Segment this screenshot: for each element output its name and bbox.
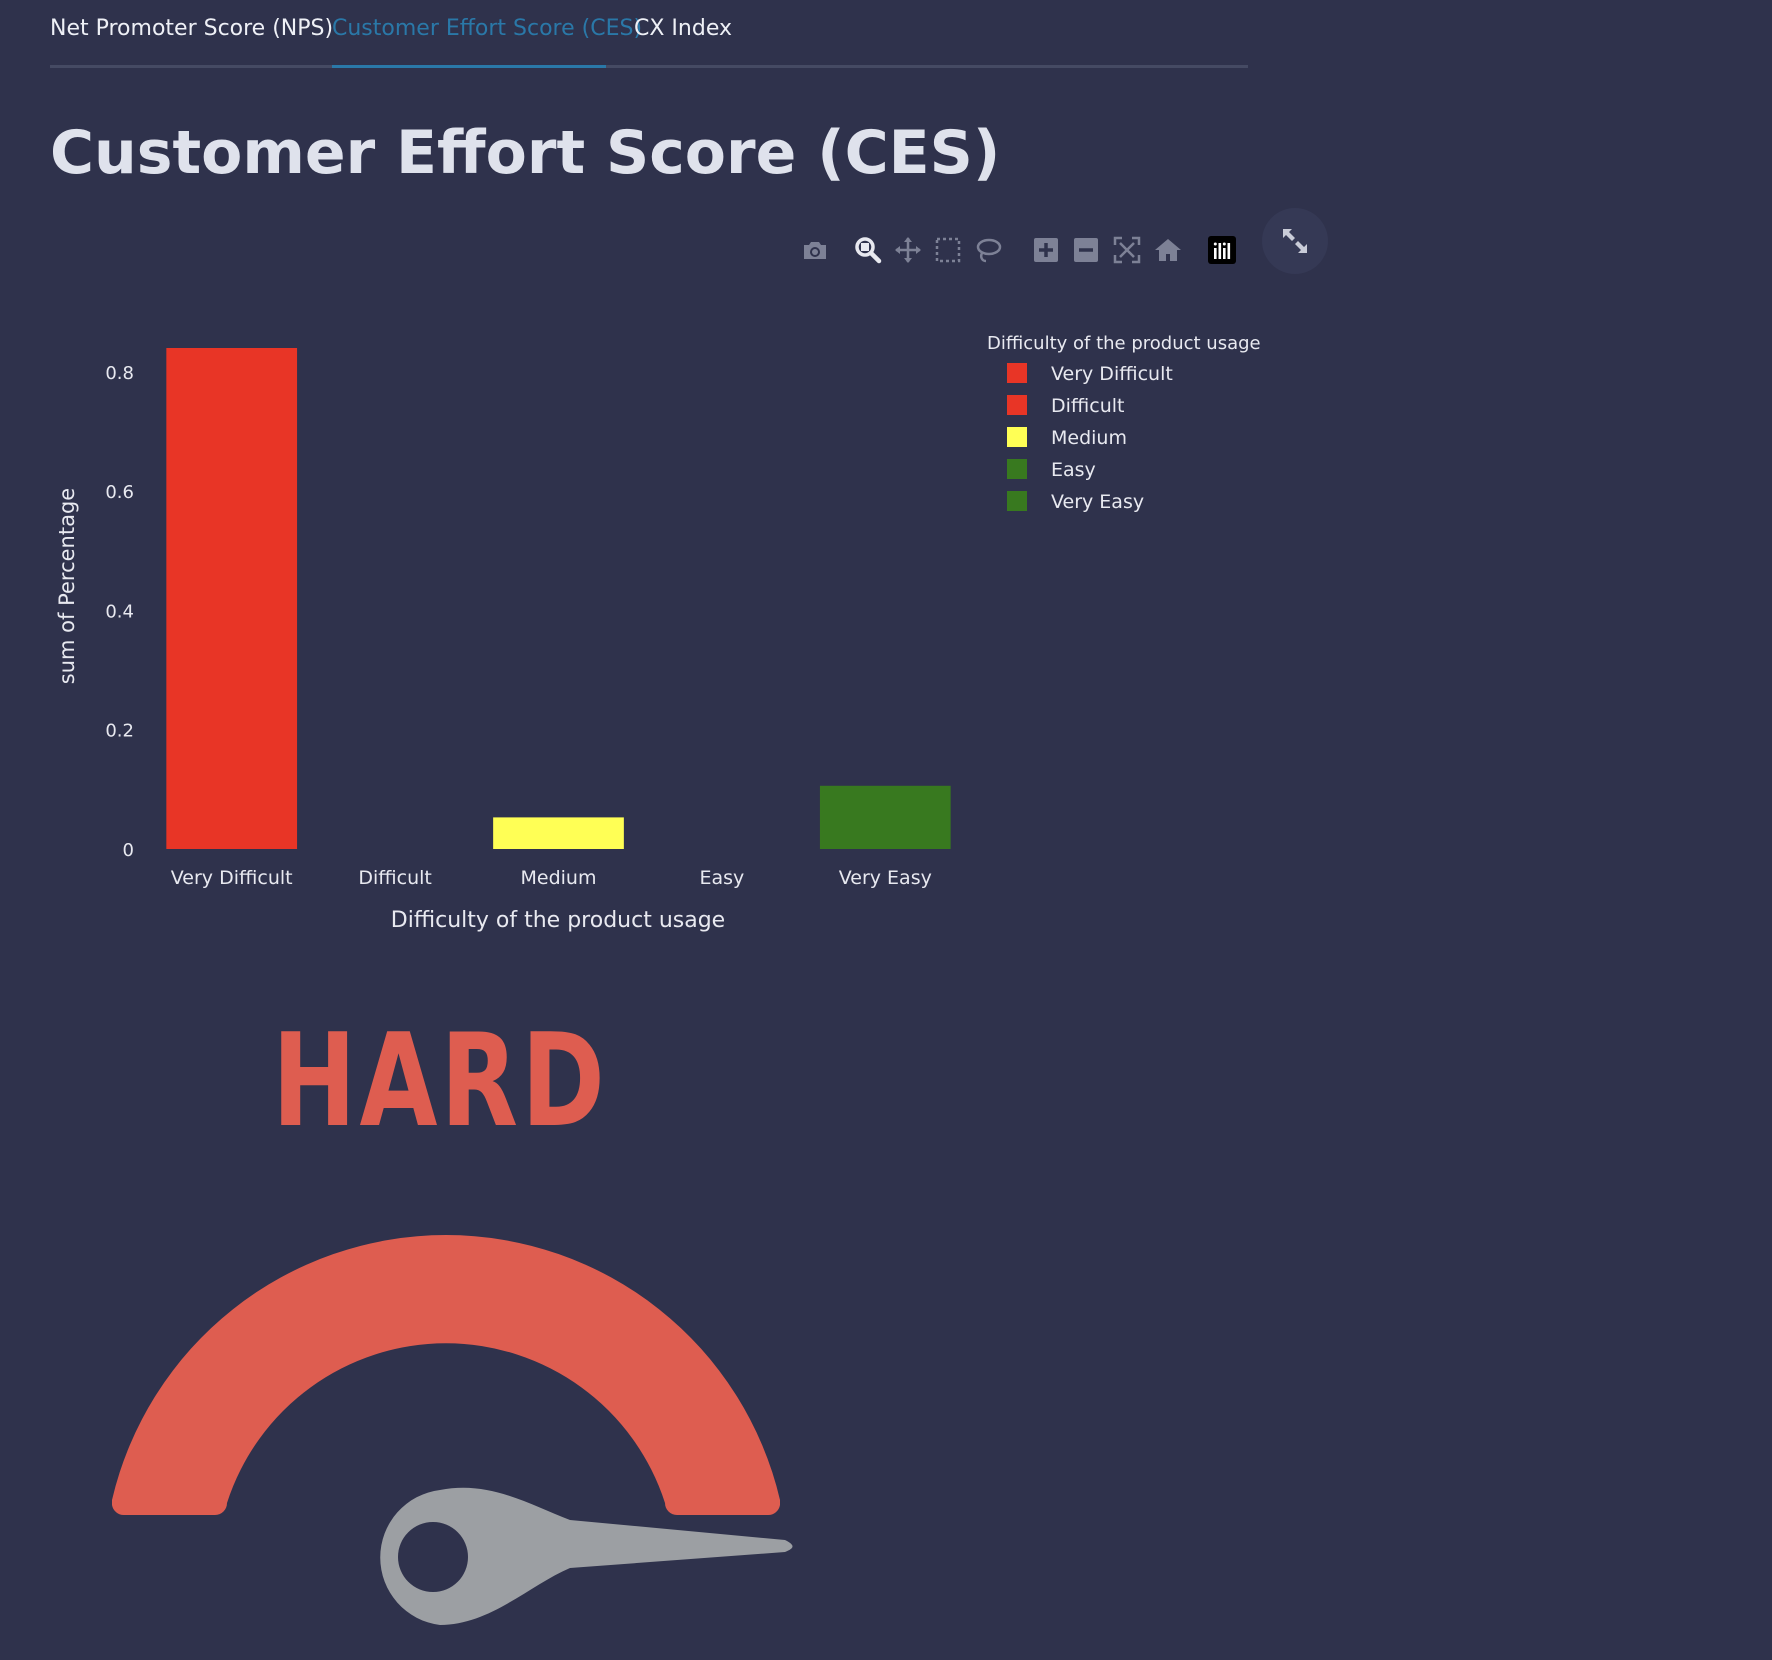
- bar-chart: 0 0.2 0.4 0.6 0.8 Very Difficult Difficult Med…: [55, 333, 1261, 933]
- bar-very-easy[interactable]: [819, 785, 951, 849]
- legend-label: Medium: [1051, 427, 1127, 449]
- y-tick-label: 0.6: [105, 482, 134, 503]
- legend-swatch: [1007, 427, 1027, 447]
- x-tick-label: Medium: [521, 867, 597, 889]
- legend-label: Easy: [1051, 459, 1096, 481]
- legend-item-easy[interactable]: Easy: [1007, 459, 1096, 481]
- gauge-label: HARD: [272, 1007, 608, 1156]
- gauge-arc: [112, 1235, 780, 1516]
- bar-very-difficult[interactable]: [166, 348, 298, 849]
- legend-item-very-easy[interactable]: Very Easy: [1007, 491, 1144, 513]
- legend-swatch: [1007, 459, 1027, 479]
- x-tick-label: Easy: [700, 867, 745, 889]
- legend-swatch: [1007, 395, 1027, 415]
- legend-swatch: [1007, 491, 1027, 511]
- y-tick-label: 0: [123, 840, 134, 861]
- y-tick-label: 0.2: [105, 721, 134, 742]
- legend-label: Very Difficult: [1051, 363, 1173, 385]
- legend-item-difficult[interactable]: Difficult: [1007, 395, 1125, 417]
- legend-item-medium[interactable]: Medium: [1007, 427, 1127, 449]
- legend-swatch: [1007, 363, 1027, 383]
- legend-label: Very Easy: [1051, 491, 1144, 513]
- y-axis-title: sum of Percentage: [55, 488, 79, 684]
- x-tick-label: Very Easy: [839, 867, 932, 889]
- bar-medium[interactable]: [493, 817, 624, 849]
- y-tick-label: 0.4: [105, 601, 134, 622]
- legend-label: Difficult: [1051, 395, 1125, 417]
- x-tick-label: Difficult: [358, 867, 432, 889]
- x-axis-title: Difficulty of the product usage: [391, 908, 725, 933]
- legend-item-very-difficult[interactable]: Very Difficult: [1007, 363, 1173, 385]
- x-tick-label: Very Difficult: [171, 867, 293, 889]
- legend-title: Difficulty of the product usage: [987, 333, 1261, 354]
- y-tick-label: 0.8: [105, 363, 134, 384]
- effort-gauge: HARD: [112, 1007, 793, 1625]
